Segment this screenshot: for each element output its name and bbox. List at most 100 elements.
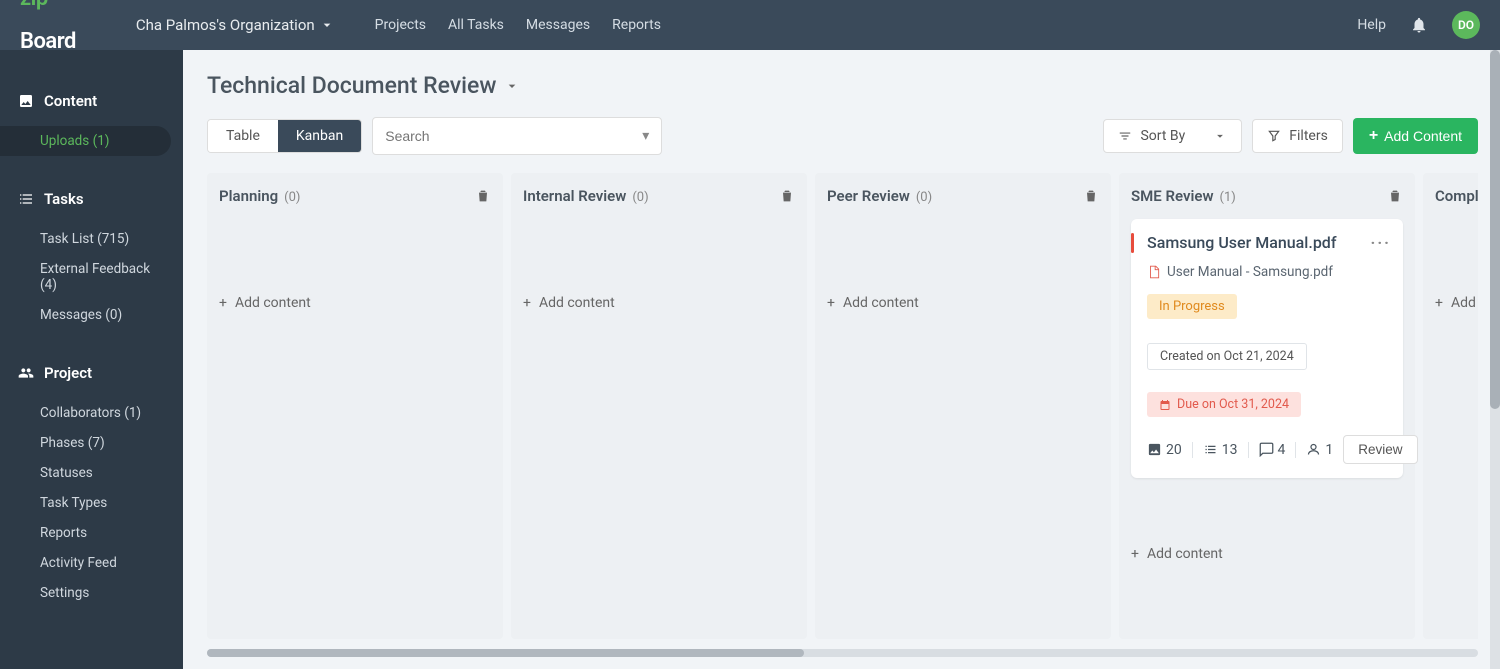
user-icon xyxy=(1306,442,1321,457)
sidebar-tasks-label: Tasks xyxy=(44,190,84,208)
topnav-projects[interactable]: Projects xyxy=(375,17,426,33)
trash-icon[interactable] xyxy=(1387,188,1403,204)
sidebar-item-uploads[interactable]: Uploads (1) xyxy=(0,126,171,156)
comment-icon xyxy=(1259,442,1274,457)
sidebar-item-task-list[interactable]: Task List (715) xyxy=(0,224,183,254)
view-tabs: Table Kanban xyxy=(207,119,362,153)
add-content-link[interactable]: +Add content xyxy=(219,277,491,311)
sidebar-item-messages[interactable]: Messages (0) xyxy=(0,300,183,330)
pdf-icon xyxy=(1147,264,1161,280)
vertical-scrollbar[interactable] xyxy=(1490,50,1500,669)
sidebar-item-collaborators[interactable]: Collaborators (1) xyxy=(0,398,183,428)
sidebar: Content Uploads (1) Tasks Task List (715… xyxy=(0,50,183,669)
sidebar-item-reports[interactable]: Reports xyxy=(0,518,183,548)
col-title: Planning xyxy=(219,187,278,205)
topnav-all-tasks[interactable]: All Tasks xyxy=(448,17,504,33)
page-title[interactable]: Technical Document Review xyxy=(207,72,1478,99)
logo-zip: zip xyxy=(20,0,48,11)
stat-comments[interactable]: 4 xyxy=(1249,442,1297,458)
plus-icon: + xyxy=(1435,295,1443,311)
card-title: Samsung User Manual.pdf xyxy=(1147,233,1389,252)
chevron-down-icon xyxy=(504,78,520,94)
calendar-icon xyxy=(1159,399,1171,411)
col-title: SME Review xyxy=(1131,187,1214,205)
column-sme-review: SME Review(1) ··· Samsung User Manual.pd… xyxy=(1119,173,1415,639)
search-input[interactable] xyxy=(385,128,642,144)
col-title: Complian xyxy=(1435,187,1478,205)
topnav-reports[interactable]: Reports xyxy=(612,17,661,33)
sidebar-project-label: Project xyxy=(44,364,92,382)
sidebar-item-settings[interactable]: Settings xyxy=(0,578,183,608)
org-dropdown[interactable]: Cha Palmos's Organization xyxy=(136,16,335,34)
plus-icon: + xyxy=(523,295,531,311)
avatar[interactable]: DO xyxy=(1452,11,1480,39)
card-file-name: User Manual - Samsung.pdf xyxy=(1167,264,1333,280)
kanban-board: Planning (0) +Add content Internal Review… xyxy=(207,173,1478,649)
sort-icon xyxy=(1118,129,1132,143)
people-icon xyxy=(18,365,34,381)
search-box[interactable]: ▾ xyxy=(372,117,662,155)
sidebar-item-task-types[interactable]: Task Types xyxy=(0,488,183,518)
plus-icon: + xyxy=(219,295,227,311)
list-icon xyxy=(1203,442,1218,457)
col-count: (0) xyxy=(284,190,300,205)
stat-users[interactable]: 1 xyxy=(1296,442,1343,458)
col-title: Internal Review xyxy=(523,187,626,205)
add-content-link[interactable]: +Add content xyxy=(1131,528,1403,562)
top-right: Help DO xyxy=(1357,11,1480,39)
topnav-messages[interactable]: Messages xyxy=(526,17,590,33)
add-content-label: Add Content xyxy=(1384,128,1462,144)
review-button[interactable]: Review xyxy=(1343,435,1417,464)
sidebar-item-activity-feed[interactable]: Activity Feed xyxy=(0,548,183,578)
caret-down-icon[interactable]: ▾ xyxy=(642,128,649,144)
sidebar-heading-content[interactable]: Content xyxy=(0,86,183,116)
chevron-down-icon xyxy=(1213,129,1227,143)
filters-button[interactable]: Filters xyxy=(1252,119,1343,153)
due-badge: Due on Oct 31, 2024 xyxy=(1147,392,1301,417)
filter-icon xyxy=(1267,129,1281,143)
column-peer-review: Peer Review (0) +Add content xyxy=(815,173,1111,639)
card-file-link[interactable]: User Manual - Samsung.pdf xyxy=(1147,264,1389,280)
column-planning: Planning (0) +Add content xyxy=(207,173,503,639)
sortby-label: Sort By xyxy=(1140,128,1185,144)
sidebar-item-statuses[interactable]: Statuses xyxy=(0,458,183,488)
help-link[interactable]: Help xyxy=(1357,17,1386,33)
toolbar: Table Kanban ▾ Sort By Filters + xyxy=(207,117,1478,155)
column-compliance: Complian +Add co xyxy=(1423,173,1478,639)
trash-icon[interactable] xyxy=(475,188,491,204)
trash-icon[interactable] xyxy=(779,188,795,204)
sidebar-content-label: Content xyxy=(44,92,97,110)
content-area: Technical Document Review Table Kanban ▾… xyxy=(183,50,1500,669)
scrollbar-thumb[interactable] xyxy=(207,649,804,657)
tab-table[interactable]: Table xyxy=(208,120,278,152)
col-count: (0) xyxy=(632,190,648,205)
more-icon[interactable]: ··· xyxy=(1371,233,1391,252)
add-content-button[interactable]: + Add Content xyxy=(1353,118,1478,154)
status-badge: In Progress xyxy=(1147,294,1237,319)
stat-tasks[interactable]: 13 xyxy=(1193,442,1249,458)
scrollbar-thumb[interactable] xyxy=(1490,50,1500,409)
tab-kanban[interactable]: Kanban xyxy=(278,120,361,152)
image-icon xyxy=(1147,442,1162,457)
bell-icon[interactable] xyxy=(1410,16,1428,34)
col-title: Peer Review xyxy=(827,187,910,205)
stat-images[interactable]: 20 xyxy=(1147,442,1193,458)
created-badge: Created on Oct 21, 2024 xyxy=(1147,343,1307,370)
col-count: (0) xyxy=(916,190,932,205)
horizontal-scrollbar[interactable] xyxy=(207,649,1478,657)
trash-icon[interactable] xyxy=(1083,188,1099,204)
sidebar-item-phases[interactable]: Phases (7) xyxy=(0,428,183,458)
filters-label: Filters xyxy=(1289,128,1328,144)
column-internal-review: Internal Review (0) +Add content xyxy=(511,173,807,639)
chevron-down-icon xyxy=(319,17,335,33)
add-content-link[interactable]: +Add content xyxy=(827,277,1099,311)
content-card[interactable]: ··· Samsung User Manual.pdf User Manual … xyxy=(1131,219,1403,478)
add-content-link[interactable]: +Add co xyxy=(1435,277,1478,311)
sidebar-item-external-feedback[interactable]: External Feedback (4) xyxy=(0,254,183,300)
plus-icon: + xyxy=(827,295,835,311)
add-content-link[interactable]: +Add content xyxy=(523,277,795,311)
sidebar-heading-project[interactable]: Project xyxy=(0,358,183,388)
page-title-text: Technical Document Review xyxy=(207,72,496,99)
sort-by-dropdown[interactable]: Sort By xyxy=(1103,119,1242,153)
sidebar-heading-tasks[interactable]: Tasks xyxy=(0,184,183,214)
